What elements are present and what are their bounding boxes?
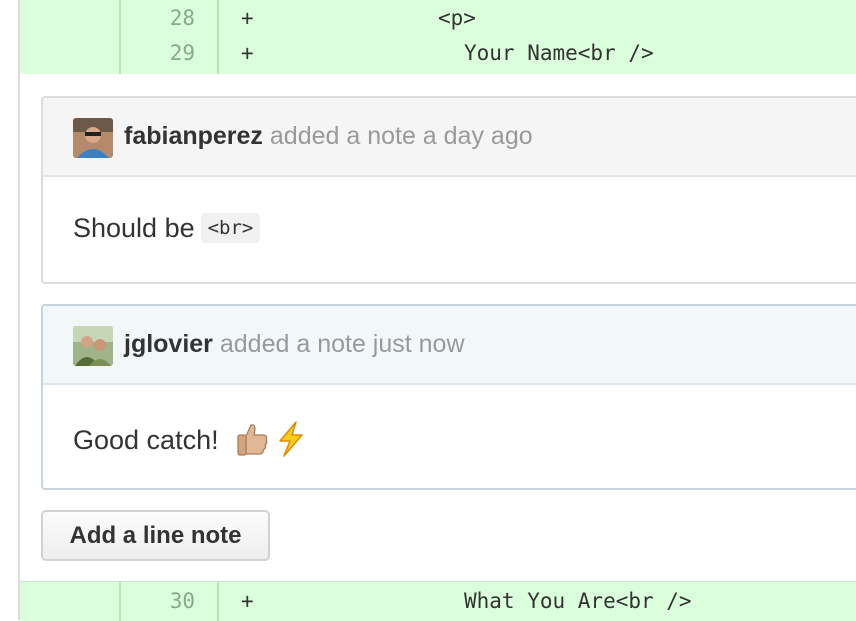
- note-text: Should be <br>: [73, 213, 261, 244]
- diff-line: 30 + What You Are<br />: [20, 581, 856, 621]
- note-timestamp: added a note just now: [219, 330, 465, 358]
- diff-added-sign: +: [241, 41, 254, 65]
- old-line-gutter: [20, 582, 121, 621]
- note-meta: jglovier added a note just now: [124, 328, 465, 360]
- note-header: jglovier added a note just now: [43, 306, 856, 385]
- new-line-number[interactable]: 30: [121, 582, 219, 621]
- old-line-gutter: [20, 0, 121, 36]
- diff-added-sign: +: [241, 6, 254, 30]
- note-header: fabianperez added a note a day ago: [43, 98, 856, 177]
- note-body: Should be <br>: [43, 177, 856, 277]
- note-author-link[interactable]: fabianperez: [124, 122, 263, 150]
- new-line-number[interactable]: 29: [121, 36, 219, 74]
- note-message: Good catch!: [73, 425, 219, 455]
- diff-code: Your Name<br />: [464, 41, 654, 65]
- diff-code: What You Are<br />: [464, 589, 692, 613]
- note-timestamp: added a note a day ago: [269, 122, 533, 150]
- user-avatar-icon[interactable]: [73, 118, 113, 158]
- diff-line: 28 + <p>: [20, 0, 856, 36]
- note-author-link[interactable]: jglovier: [124, 330, 213, 358]
- diff-code: <p>: [438, 6, 476, 30]
- thumbs-up-icon: [234, 421, 270, 464]
- user-avatar-icon[interactable]: [73, 326, 113, 366]
- note-message: Should be: [73, 213, 195, 243]
- add-line-note-button[interactable]: Add a line note: [41, 510, 270, 561]
- inline-code: <br>: [200, 213, 261, 243]
- line-note: jglovier added a note just now Good catc…: [41, 304, 856, 490]
- diff-border: [18, 0, 20, 620]
- lightning-icon: [274, 421, 308, 464]
- diff-line: 29 + Your Name<br />: [20, 36, 856, 74]
- old-line-gutter: [20, 36, 121, 74]
- line-note: fabianperez added a note a day ago Shoul…: [41, 96, 856, 284]
- note-meta: fabianperez added a note a day ago: [124, 120, 533, 152]
- note-body: Good catch!: [43, 385, 856, 485]
- note-text: Good catch!: [73, 421, 308, 464]
- new-line-number[interactable]: 28: [121, 0, 219, 36]
- diff-added-sign: +: [241, 589, 254, 613]
